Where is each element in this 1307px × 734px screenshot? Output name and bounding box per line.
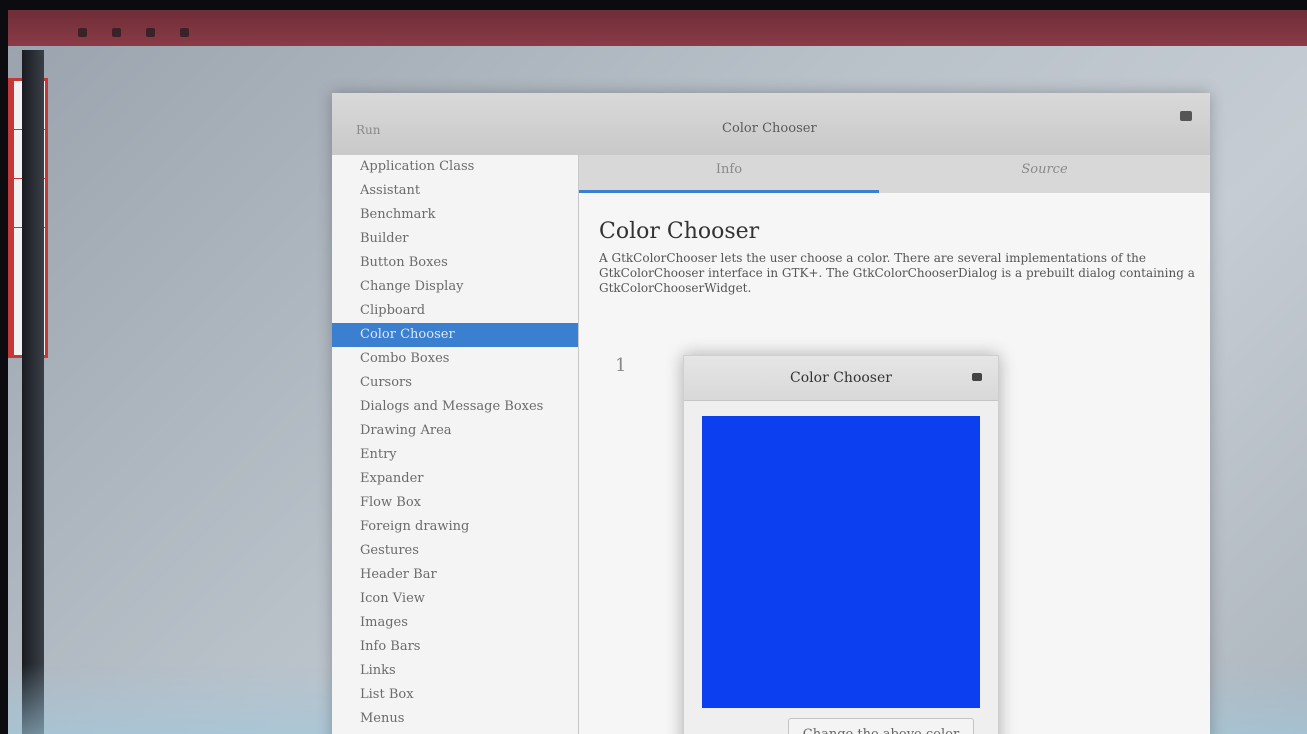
top-bar-icon (112, 28, 121, 37)
dialog-titlebar: Color Chooser (684, 356, 998, 401)
sidebar-item[interactable]: Links (332, 659, 578, 683)
window-titlebar: Run Color Chooser (332, 93, 1210, 155)
sidebar-item[interactable]: Entry (332, 443, 578, 467)
sidebar-item[interactable]: Info Bars (332, 635, 578, 659)
desktop-top-bar (8, 10, 1307, 46)
color-swatch (702, 416, 980, 708)
top-bar-icon (180, 28, 189, 37)
top-bar-icon (78, 28, 87, 37)
close-icon[interactable] (1180, 111, 1192, 121)
sidebar-item[interactable]: Flow Box (332, 491, 578, 515)
sidebar-item[interactable]: Drawing Area (332, 419, 578, 443)
page-title: Color Chooser (599, 219, 760, 244)
page-description: A GtkColorChooser lets the user choose a… (599, 251, 1195, 295)
sidebar-item[interactable]: Application Class (332, 155, 578, 179)
tab-source[interactable]: Source (879, 155, 1210, 193)
sidebar-item[interactable]: Menus (332, 707, 578, 731)
gtk-demo-window: Run Color Chooser Application Class Assis… (332, 93, 1210, 734)
sidebar-item[interactable]: Color Chooser (332, 323, 578, 347)
close-icon[interactable] (972, 373, 982, 381)
monitor-bezel (22, 50, 44, 734)
color-chooser-dialog: Color Chooser Change the above color (683, 355, 999, 734)
monitor-screen: Run Color Chooser Application Class Assis… (8, 10, 1307, 734)
sidebar-item[interactable]: Assistant (332, 179, 578, 203)
sidebar-item[interactable]: List Box (332, 683, 578, 707)
sidebar-item[interactable]: Button Boxes (332, 251, 578, 275)
dialog-title: Color Chooser (790, 370, 892, 386)
sidebar-item[interactable]: Icon View (332, 587, 578, 611)
sidebar-item[interactable]: Clipboard (332, 299, 578, 323)
run-button[interactable]: Run (356, 123, 381, 137)
demo-content: Info Source Color Chooser A GtkColorChoo… (579, 155, 1210, 734)
sidebar-item[interactable]: Gestures (332, 539, 578, 563)
sidebar-item[interactable]: Combo Boxes (332, 347, 578, 371)
window-title: Color Chooser (722, 121, 817, 136)
top-bar-icon (146, 28, 155, 37)
sidebar-item[interactable]: Dialogs and Message Boxes (332, 395, 578, 419)
line-number: 1 (615, 355, 627, 376)
tab-bar: Info Source (579, 155, 1210, 193)
tab-info[interactable]: Info (579, 155, 879, 193)
sidebar-item[interactable]: Benchmark (332, 203, 578, 227)
sidebar-item[interactable]: Builder (332, 227, 578, 251)
demo-list-sidebar: Application Class Assistant Benchmark Build… (332, 155, 579, 734)
sidebar-item[interactable]: Expander (332, 467, 578, 491)
change-color-button[interactable]: Change the above color (788, 718, 974, 734)
sidebar-item[interactable]: Images (332, 611, 578, 635)
sidebar-item[interactable]: Header Bar (332, 563, 578, 587)
sidebar-item[interactable]: Foreign drawing (332, 515, 578, 539)
sidebar-item[interactable]: Cursors (332, 371, 578, 395)
sidebar-item[interactable]: Change Display (332, 275, 578, 299)
